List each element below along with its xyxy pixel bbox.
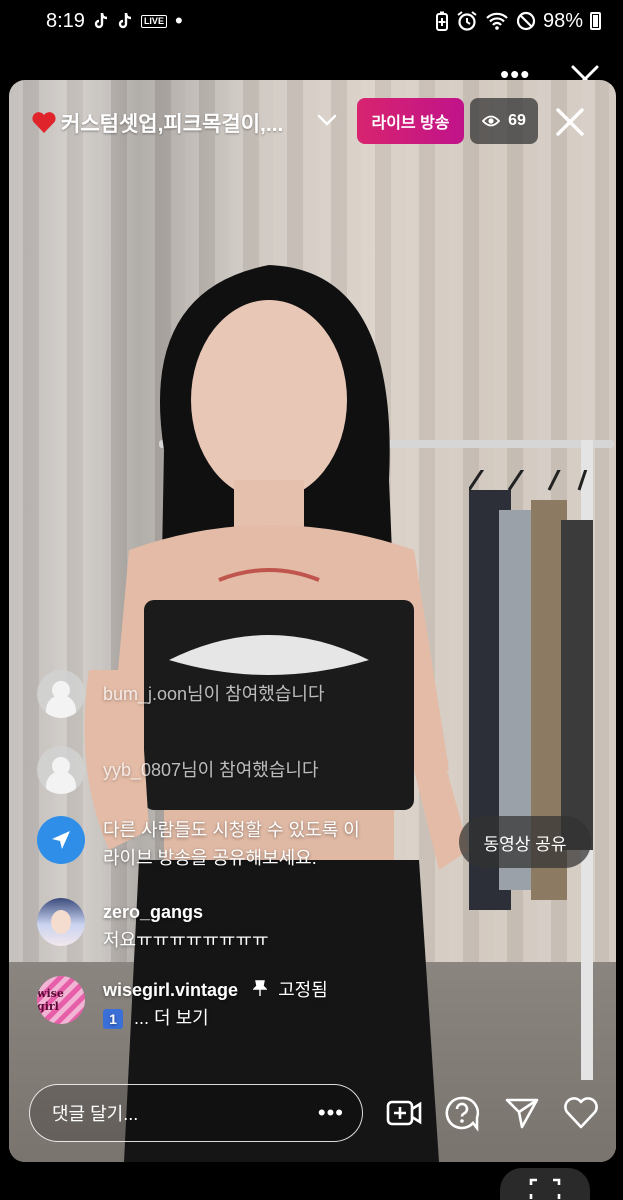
avatar[interactable]: wise girl [37,976,85,1024]
avatar[interactable] [37,670,85,718]
viewer-count: 69 [508,112,526,129]
comment-body: zero_gangs 저요ㅠㅠㅠㅠㅠㅠㅠㅠ [103,898,269,954]
comment-body: wisegirl.vintage 고정됨 1 ... 더 보기 [103,976,328,1032]
status-time: 8:19 [46,9,85,32]
battery-saver-icon [435,11,448,31]
close-live-icon[interactable] [554,106,586,138]
broadcast-title[interactable]: 커스텀셋업,피크목걸이,... [31,108,283,138]
pinned-comment: wise girl wisegirl.vintage 고정됨 1 ... 더 보… [37,976,457,1032]
avatar-logo-text: wise girl [37,987,64,1013]
question-icon[interactable] [443,1094,481,1132]
comment-placeholder: 댓글 달기... [52,1104,139,1124]
share-prompt-text: 다른 사람들도 시청할 수 있도록 이 라이브 방송을 공유해보세요. [103,816,360,872]
share-prompt-line-2: 라이브 방송을 공유해보세요. [103,848,317,868]
comment-input[interactable]: 댓글 달기... ••• [29,1084,363,1142]
chevron-down-icon[interactable] [315,108,339,132]
battery-icon [590,12,601,30]
share-prompt-line-1: 다른 사람들도 시청할 수 있도록 이 [103,820,360,840]
wifi-icon [486,12,508,30]
broadcast-title-text: 커스텀셋업,피크목걸이,... [61,113,284,136]
live-badge: 라이브 방송 [357,98,464,144]
see-more-link[interactable]: ... 더 보기 [134,1008,209,1028]
heart-emoji-icon [32,112,56,133]
tiktok-icon [94,12,108,29]
comment-item: zero_gangs 저요ㅠㅠㅠㅠㅠㅠㅠㅠ [37,898,457,954]
pinned-label: 고정됨 [278,980,328,1000]
join-message: yyb_0807님이 참여했습니다 [103,760,319,780]
live-icon: LIVE [140,14,167,28]
live-header: 커스텀셋업,피크목걸이,... 라이브 방송 69 [9,80,616,160]
pin-icon [253,980,268,996]
comment-username[interactable]: zero_gangs [103,898,269,926]
tiktok-icon [118,12,132,29]
add-guest-video-icon[interactable] [385,1094,423,1132]
alarm-icon [457,11,477,31]
notification-dot: • [174,8,183,33]
share-video-button[interactable]: 동영상 공유 [459,816,591,868]
comment-item: yyb_0807님이 참여했습니다 [37,746,457,794]
crop-icon[interactable] [528,1177,562,1199]
status-bar: 8:19 LIVE • 98% [0,0,623,42]
screenshot-toolbar[interactable] [500,1168,590,1200]
number-badge: 1 [103,1009,123,1029]
live-video-card[interactable]: 커스텀셋업,피크목걸이,... 라이브 방송 69 bum_j.oon님이 참여… [9,80,616,1162]
comment-item: bum_j.oon님이 참여했습니다 [37,670,457,718]
viewer-count-badge[interactable]: 69 [470,98,538,144]
avatar[interactable] [37,746,85,794]
send-icon [52,831,70,849]
join-message: bum_j.oon님이 참여했습니다 [103,684,325,704]
eye-icon [482,115,501,127]
avatar [37,816,85,864]
battery-percent: 98% [542,9,583,32]
share-prompt: 다른 사람들도 시청할 수 있도록 이 라이브 방송을 공유해보세요. [37,816,457,872]
comment-username[interactable]: wisegirl.vintage [103,980,238,1000]
avatar[interactable] [37,898,85,946]
do-not-disturb-icon [516,11,536,31]
send-icon[interactable] [503,1094,541,1132]
heart-icon[interactable] [562,1094,600,1132]
more-options-icon[interactable]: ••• [318,1102,344,1124]
comment-text: 저요ㅠㅠㅠㅠㅠㅠㅠㅠ [103,930,269,950]
